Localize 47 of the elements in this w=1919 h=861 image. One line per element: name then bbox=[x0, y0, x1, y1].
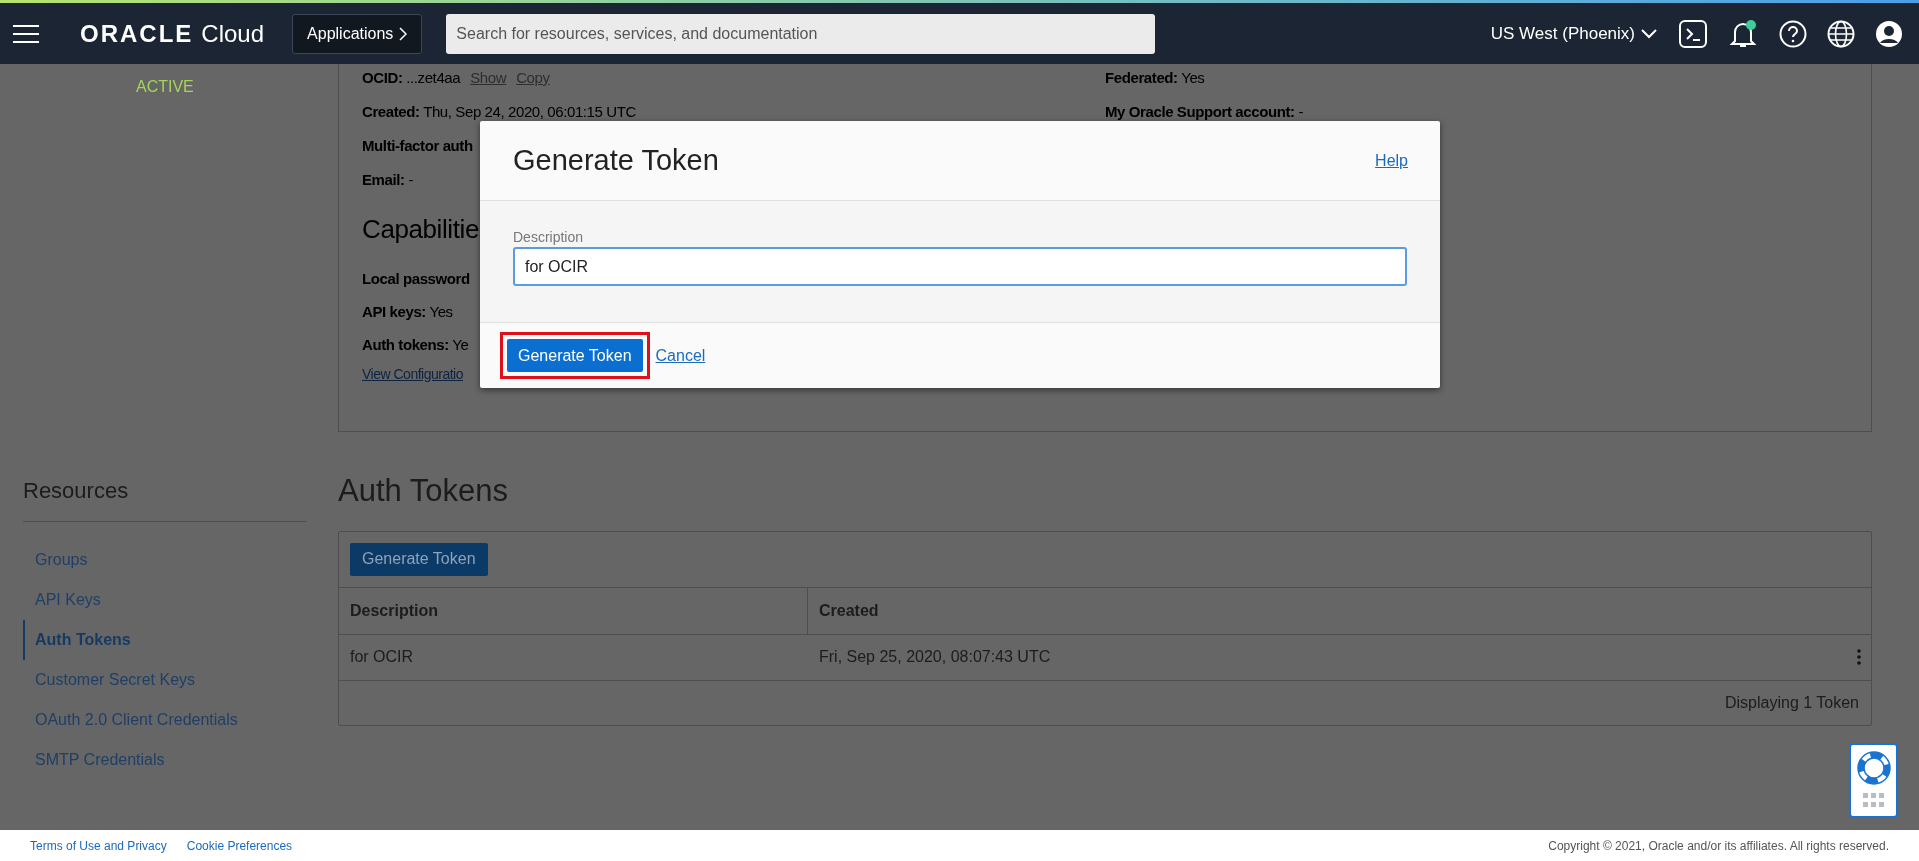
applications-button[interactable]: Applications bbox=[292, 13, 423, 54]
footer-link[interactable]: Terms of Use and Privacy bbox=[30, 836, 167, 855]
copyright-text: Copyright © 2021, Oracle and/or its affiliates. All rights reserved. bbox=[1548, 837, 1889, 855]
capabilities-heading: Capabilitie bbox=[362, 213, 479, 245]
column-header: Description bbox=[339, 587, 808, 634]
chevron-right-icon bbox=[399, 26, 408, 41]
footer-link[interactable]: Cookie Preferences bbox=[186, 836, 293, 855]
token-count: Displaying 1 Token bbox=[1725, 692, 1859, 713]
oracle-cloud-logo[interactable]: ORACLE Cloud bbox=[80, 15, 265, 52]
help-link[interactable]: Help bbox=[1375, 148, 1408, 173]
detail-text: My Oracle Support account: - bbox=[1105, 103, 1303, 121]
bell-icon[interactable] bbox=[1729, 18, 1757, 49]
chevron-down-icon bbox=[1641, 28, 1657, 39]
detail-text: Federated: Yes bbox=[1105, 69, 1206, 87]
lifebuoy-icon bbox=[1856, 751, 1891, 785]
cancel-link[interactable]: Cancel bbox=[655, 343, 706, 368]
capability-text: Local password bbox=[362, 270, 470, 288]
dialog-title: Generate Token bbox=[513, 142, 719, 178]
detail-link[interactable]: Show bbox=[470, 69, 507, 87]
detail-text: Multi-factor auth bbox=[362, 137, 473, 155]
view-configuration-link[interactable]: View Configuratio bbox=[362, 365, 463, 383]
user-avatar-icon[interactable] bbox=[1875, 19, 1903, 48]
globe-icon[interactable] bbox=[1827, 19, 1855, 48]
generate-token-button[interactable]: Generate Token bbox=[350, 542, 488, 576]
capability-text: API keys: Yes bbox=[362, 303, 454, 321]
menu-icon[interactable] bbox=[12, 23, 40, 44]
detail-text: Created: Thu, Sep 24, 2020, 06:01:15 UTC bbox=[362, 103, 636, 121]
detail-text: OCID: ...zet4aa bbox=[362, 69, 461, 87]
status-label: ACTIVE bbox=[136, 77, 194, 97]
resources-heading: Resources bbox=[23, 474, 306, 522]
generate-token-button[interactable]: Generate Token bbox=[507, 339, 643, 372]
capability-text: Auth tokens: Ye bbox=[362, 336, 470, 354]
region-selector[interactable]: US West (Phoenix) bbox=[1490, 20, 1657, 47]
detail-text: Email: - bbox=[362, 171, 413, 189]
column-header: Created bbox=[818, 600, 880, 621]
kebab-menu-icon[interactable] bbox=[1857, 649, 1861, 665]
help-icon[interactable] bbox=[1779, 19, 1807, 48]
terminal-icon[interactable] bbox=[1679, 19, 1707, 48]
table-cell-text: Fri, Sep 25, 2020, 08:07:43 UTC bbox=[818, 647, 1052, 667]
help-widget[interactable] bbox=[1849, 743, 1898, 818]
detail-link[interactable]: Copy bbox=[516, 69, 550, 87]
grid-icon bbox=[1862, 793, 1885, 807]
description-field[interactable]: for OCIR bbox=[513, 247, 1407, 286]
table-cell-text: for OCIR bbox=[349, 647, 415, 667]
search-field[interactable]: Search for resources, services, and documentation bbox=[446, 13, 1156, 54]
auth-tokens-heading: Auth Tokens bbox=[338, 472, 510, 510]
field-label: Description bbox=[513, 229, 585, 245]
